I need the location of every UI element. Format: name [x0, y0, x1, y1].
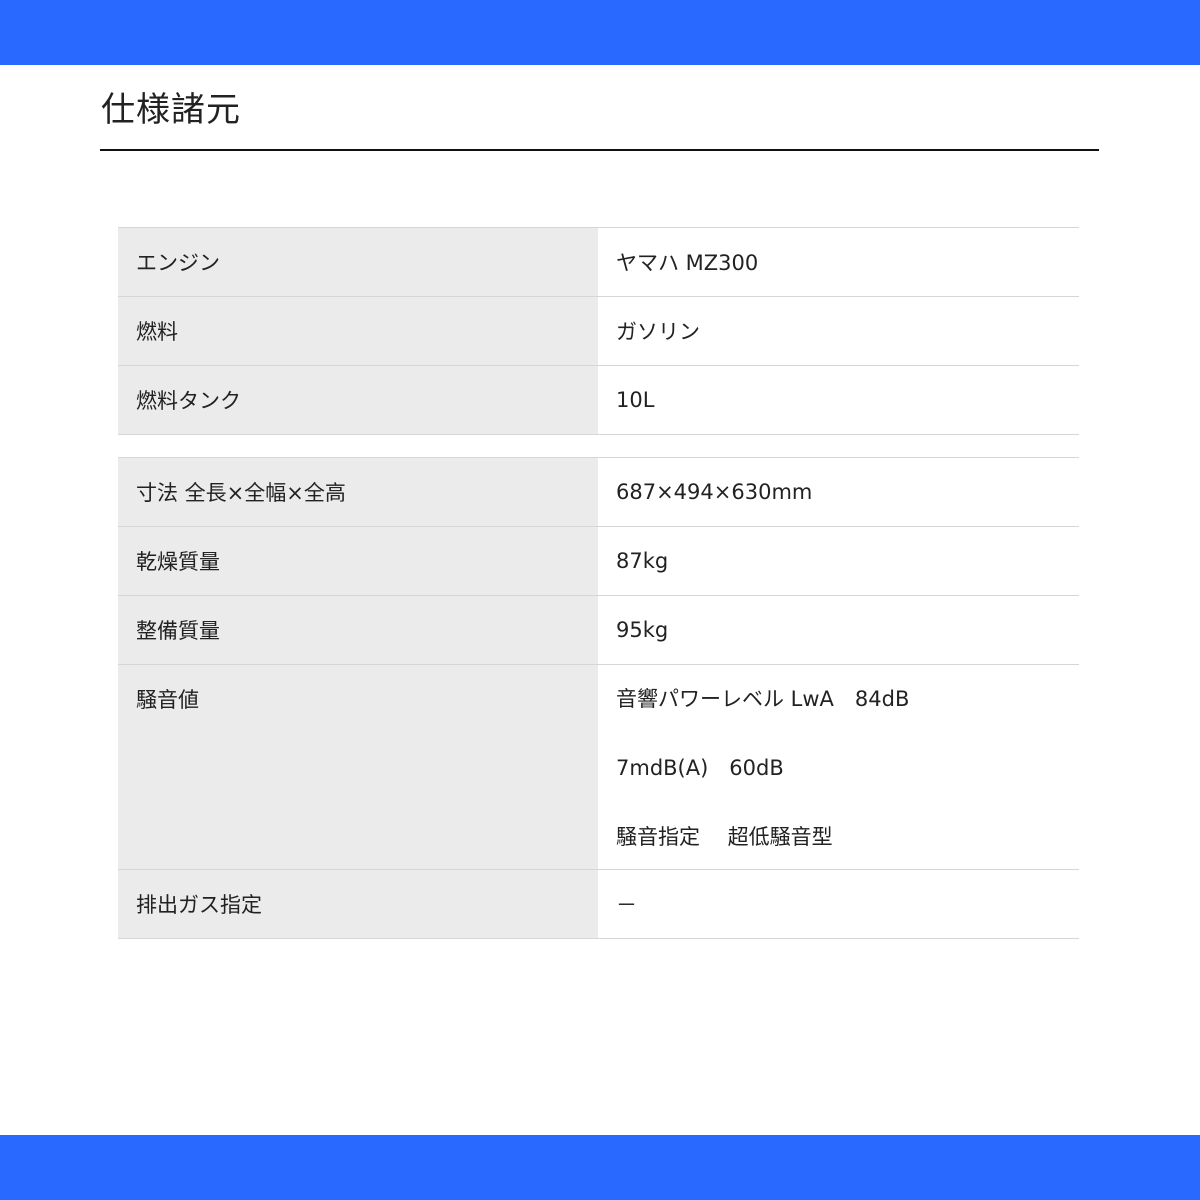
- spec-table-basic: エンジン ヤマハ MZ300 燃料 ガソリン 燃料タンク 10L: [118, 227, 1079, 435]
- top-brand-bar: [0, 0, 1200, 65]
- bottom-brand-bar: [0, 1135, 1200, 1200]
- noise-7m-level: 7mdB(A) 60dB: [616, 756, 784, 780]
- table-row: エンジン ヤマハ MZ300: [118, 227, 1079, 297]
- spec-value-fuel: ガソリン: [598, 296, 1079, 366]
- spec-label-fuel-tank: 燃料タンク: [118, 365, 598, 435]
- table-row: 乾燥質量 87kg: [118, 526, 1079, 596]
- spec-value-fuel-tank: 10L: [598, 365, 1079, 435]
- table-row: 騒音値 音響パワーレベル LwA 84dB 7mdB(A) 60dB 騒音指定 …: [118, 664, 1079, 870]
- spec-value-engine: ヤマハ MZ300: [598, 227, 1079, 297]
- spec-table-dimensions: 寸法 全長×全幅×全高 687×494×630mm 乾燥質量 87kg 整備質量…: [118, 457, 1079, 939]
- table-row: 整備質量 95kg: [118, 595, 1079, 665]
- table-row: 燃料 ガソリン: [118, 296, 1079, 366]
- table-row: 排出ガス指定 －: [118, 869, 1079, 939]
- spec-label-noise: 騒音値: [118, 664, 598, 870]
- spec-label-engine: エンジン: [118, 227, 598, 297]
- title-divider: [100, 149, 1099, 151]
- spec-label-dry-weight: 乾燥質量: [118, 526, 598, 596]
- spec-value-noise: 音響パワーレベル LwA 84dB 7mdB(A) 60dB 騒音指定 超低騒音…: [598, 664, 1079, 870]
- noise-sound-power-level: 音響パワーレベル LwA 84dB: [616, 687, 910, 711]
- spec-value-dimensions: 687×494×630mm: [598, 457, 1079, 527]
- page-title: 仕様諸元: [101, 90, 241, 130]
- spec-value-service-weight: 95kg: [598, 595, 1079, 665]
- noise-designation: 騒音指定 超低騒音型: [616, 825, 833, 849]
- table-row: 燃料タンク 10L: [118, 365, 1079, 435]
- spec-label-service-weight: 整備質量: [118, 595, 598, 665]
- spec-label-exhaust: 排出ガス指定: [118, 869, 598, 939]
- table-row: 寸法 全長×全幅×全高 687×494×630mm: [118, 457, 1079, 527]
- spec-value-dry-weight: 87kg: [598, 526, 1079, 596]
- spec-value-exhaust: －: [598, 869, 1079, 939]
- spec-label-dimensions: 寸法 全長×全幅×全高: [118, 457, 598, 527]
- spec-label-fuel: 燃料: [118, 296, 598, 366]
